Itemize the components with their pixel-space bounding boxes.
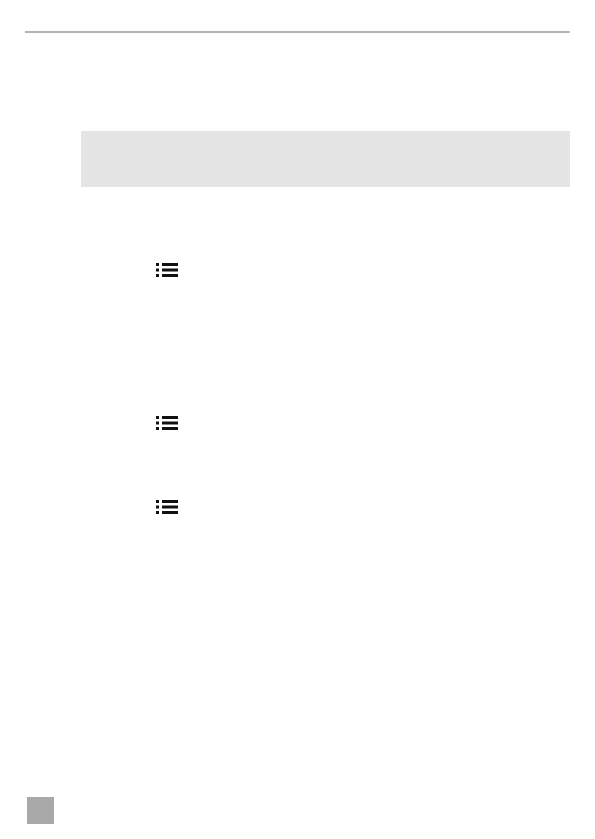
list-icon — [156, 499, 178, 515]
list-icon — [156, 415, 178, 431]
header-rule — [25, 31, 570, 33]
page-number-tab — [27, 797, 54, 824]
list-icon — [156, 262, 178, 278]
note-box — [81, 131, 570, 187]
